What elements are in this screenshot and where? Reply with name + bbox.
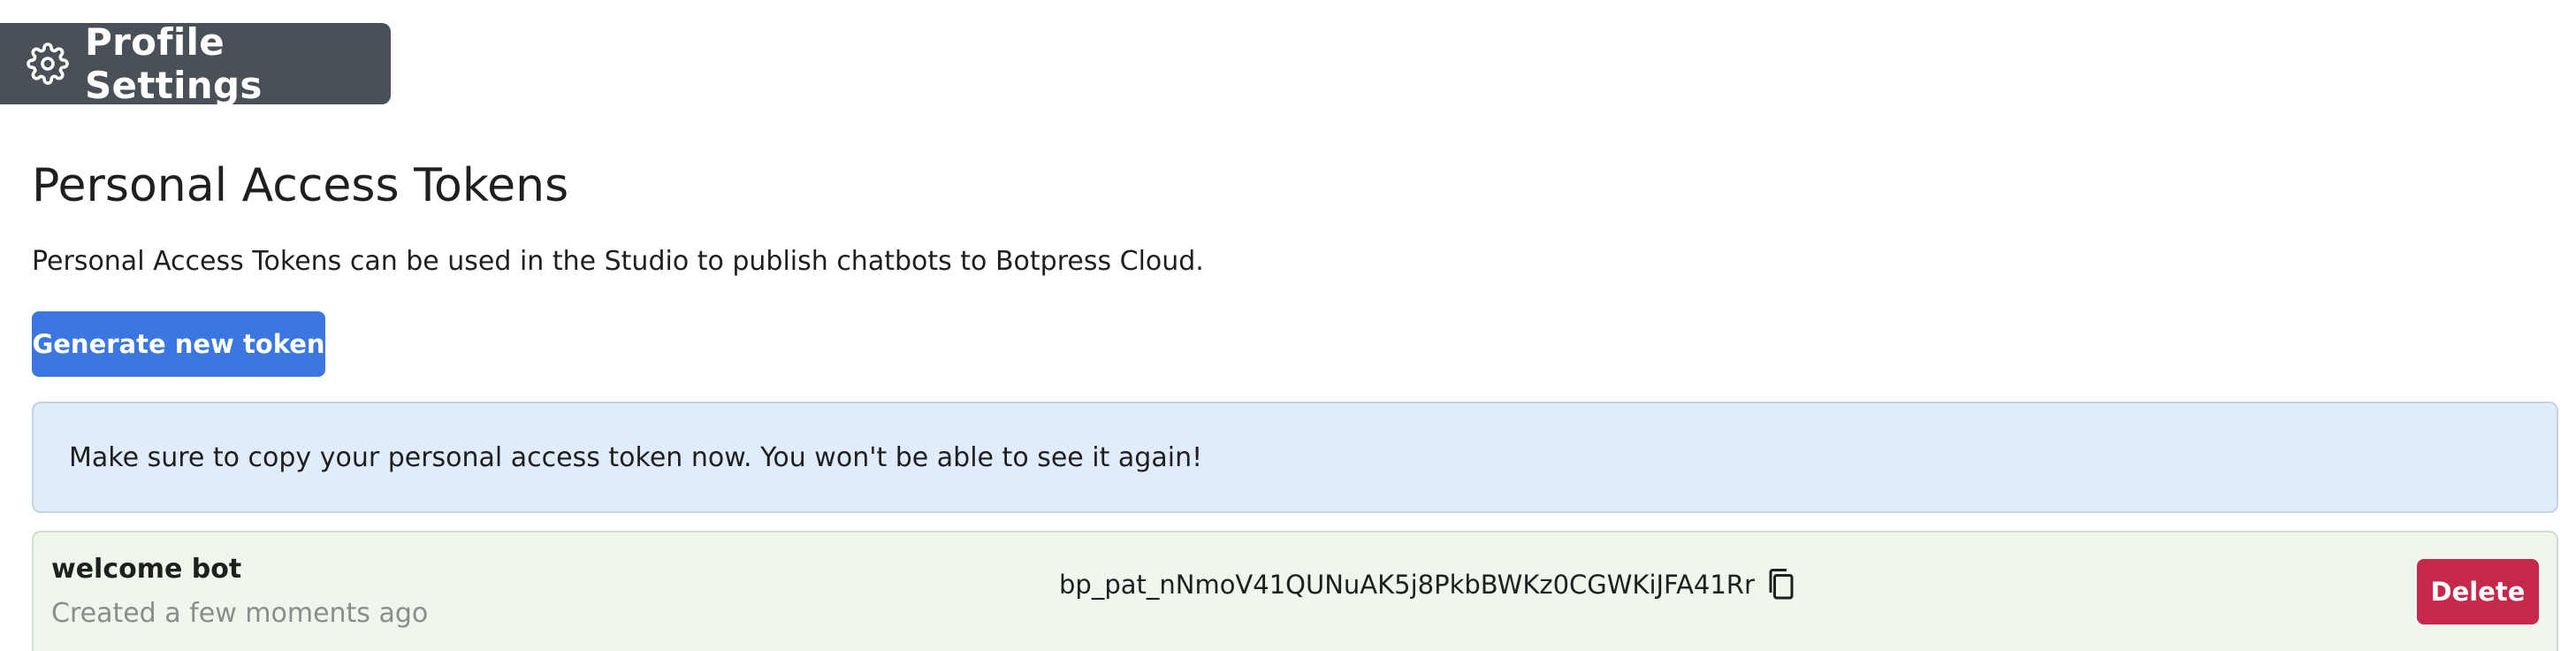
copy-token-alert: Make sure to copy your personal access t… [32, 402, 2558, 513]
token-created: Created a few moments ago [51, 598, 429, 629]
generate-token-button[interactable]: Generate new token [32, 311, 325, 377]
page-title: Profile Settings [85, 20, 263, 107]
profile-settings-header: Profile Settings [0, 20, 391, 107]
gear-icon [27, 42, 69, 86]
section-description: Personal Access Tokens can be used in th… [32, 246, 1204, 277]
token-name: welcome bot [51, 554, 242, 585]
token-value[interactable]: bp_pat_nNmoV41QUNuAK5j8PkbBWKz0CGWKiJFA4… [1059, 570, 1755, 600]
token-row: welcome bot Created a few moments ago bp… [32, 531, 2558, 651]
alert-message: Make sure to copy your personal access t… [69, 441, 1203, 473]
copy-icon[interactable] [1764, 566, 1799, 603]
section-title: Personal Access Tokens [32, 159, 569, 212]
delete-token-button[interactable]: Delete [2417, 559, 2539, 624]
token-value-group: bp_pat_nNmoV41QUNuAK5j8PkbBWKz0CGWKiJFA4… [1059, 566, 1799, 603]
page: Profile Settings Personal Access Tokens … [0, 0, 2576, 651]
